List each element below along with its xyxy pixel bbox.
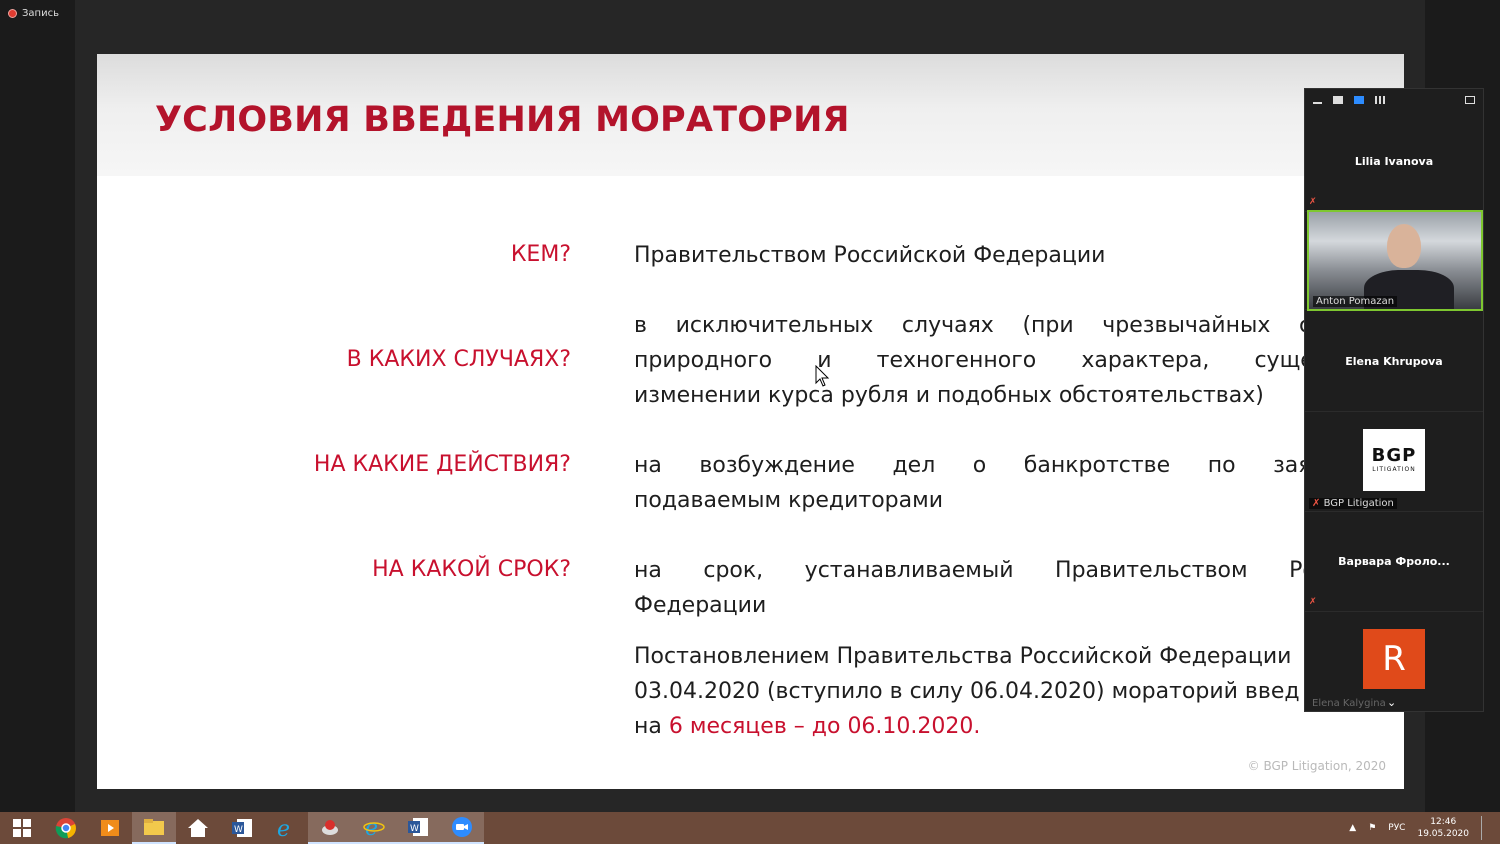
zoom-app-icon[interactable]: [440, 812, 484, 844]
windows-taskbar: W e e W ▲ ⚑ РУС 12:46 19.05.2020: [0, 812, 1500, 844]
participant-name: Anton Pomazan: [1313, 296, 1398, 307]
answer-line: на возбуждение дел о банкротстве по заяв…: [634, 453, 1394, 478]
participant-video: Anton Pomazan: [1307, 210, 1483, 311]
participant-name: ✗ BGP Litigation: [1309, 498, 1397, 509]
left-black-margin: [0, 0, 75, 812]
participant-name: Lilia Ivanova: [1354, 155, 1434, 168]
language-indicator[interactable]: РУС: [1388, 823, 1405, 833]
word-icon[interactable]: W: [220, 812, 264, 844]
system-tray: ▲ ⚑ РУС 12:46 19.05.2020: [1349, 812, 1488, 844]
participant-name: Elena Kalygina: [1312, 698, 1386, 709]
participant-tile[interactable]: Варвара Фроло... ✗: [1305, 511, 1483, 612]
chevron-down-icon[interactable]: ⌄: [1387, 696, 1396, 709]
decree-line-1: Постановлением Правительства Российской …: [634, 644, 1292, 669]
participant-tile[interactable]: Elena Khrupova: [1305, 311, 1483, 412]
answer-cases: в исключительных случаях (при чрезвычайн…: [634, 308, 1394, 413]
word-2-icon[interactable]: W: [396, 812, 440, 844]
question-cases: В КАКИХ СЛУЧАЯХ?: [346, 347, 571, 372]
participant-name: Варвара Фроло...: [1338, 555, 1450, 568]
muted-mic-icon: ✗: [1309, 197, 1317, 207]
answer-line: Федерации: [634, 593, 767, 618]
speaker-silhouette-head: [1387, 224, 1421, 268]
participant-tile[interactable]: BGP LITIGATION ✗ BGP Litigation: [1305, 411, 1483, 512]
svg-text:e: e: [365, 816, 378, 838]
internet-explorer-active-icon[interactable]: e: [352, 812, 396, 844]
bgp-logo: BGP LITIGATION: [1363, 429, 1425, 491]
notifications-icon[interactable]: [1481, 816, 1488, 840]
question-who: КЕМ?: [510, 242, 571, 267]
flag-icon[interactable]: ⚑: [1368, 823, 1376, 833]
zoom-panel-toolbar: [1305, 89, 1483, 111]
decree-text: Постановлением Правительства Российской …: [634, 639, 1394, 744]
clock-date: 19.05.2020: [1417, 829, 1469, 839]
answer-line: Правительством Российской Федерации: [634, 243, 1106, 268]
svg-text:e: e: [277, 817, 290, 839]
strip-view-icon[interactable]: [1354, 96, 1364, 104]
answer-actions: на возбуждение дел о банкротстве по заяв…: [634, 448, 1394, 518]
home-icon[interactable]: [176, 812, 220, 844]
file-explorer-icon[interactable]: [132, 812, 176, 844]
minimize-icon[interactable]: [1313, 102, 1322, 104]
recording-indicator[interactable]: Запись: [8, 8, 59, 19]
participant-tile-active[interactable]: Anton Pomazan: [1305, 209, 1483, 311]
single-view-icon[interactable]: [1333, 96, 1343, 104]
mouse-cursor-icon: [815, 365, 830, 387]
clock[interactable]: 12:46 19.05.2020: [1417, 816, 1469, 840]
windows-start-icon[interactable]: [0, 812, 44, 844]
chrome-icon[interactable]: [44, 812, 88, 844]
decree-prefix: на: [634, 714, 669, 739]
question-actions: НА КАКИЕ ДЕЙСТВИЯ?: [313, 452, 571, 477]
svg-text:W: W: [234, 825, 243, 835]
muted-mic-icon: ✗: [1309, 597, 1317, 607]
tray-up-arrow-icon[interactable]: ▲: [1349, 823, 1356, 833]
slide-copyright: © BGP Litigation, 2020: [1247, 759, 1386, 773]
decree-line-3: на 6 месяцев – до 06.10.2020.: [634, 709, 1394, 744]
answer-line: природного и техногенного характера, сущ…: [634, 348, 1394, 373]
media-player-icon[interactable]: [88, 812, 132, 844]
svg-text:W: W: [410, 824, 419, 834]
answer-line: в исключительных случаях (при чрезвычайн…: [634, 313, 1394, 338]
decree-line-2: 03.04.2020 (вступило в силу 06.04.2020) …: [634, 679, 1300, 704]
red-app-icon[interactable]: [308, 812, 352, 844]
zoom-participants-panel: Lilia Ivanova ✗ Anton Pomazan Elena Khru…: [1304, 88, 1484, 712]
record-icon: [8, 9, 17, 18]
slide-title: УСЛОВИЯ ВВЕДЕНИЯ МОРАТОРИЯ: [155, 100, 850, 140]
answer-line: на срок, устанавливаемый Правительством …: [634, 558, 1394, 583]
exit-minimized-icon[interactable]: [1465, 96, 1475, 104]
internet-explorer-icon[interactable]: e: [264, 812, 308, 844]
clock-time: 12:46: [1430, 817, 1457, 827]
presentation-slide: УСЛОВИЯ ВВЕДЕНИЯ МОРАТОРИЯ КЕМ? Правител…: [97, 54, 1404, 789]
decree-highlight: 6 месяцев – до 06.10.2020.: [668, 714, 981, 739]
answer-line: изменении курса рубля и подобных обстоят…: [634, 383, 1264, 408]
question-term: НА КАКОЙ СРОК?: [372, 557, 571, 582]
avatar: R: [1363, 629, 1425, 689]
participant-name: Elena Khrupova: [1345, 355, 1443, 368]
answer-who: Правительством Российской Федерации: [634, 238, 1394, 273]
recording-label: Запись: [22, 8, 59, 19]
gallery-view-icon[interactable]: [1375, 96, 1385, 104]
participant-tile[interactable]: Lilia Ivanova ✗: [1305, 111, 1483, 212]
answer-line: подаваемым кредиторами: [634, 488, 943, 513]
participant-tile[interactable]: R Elena Kalygina ⌄: [1305, 611, 1483, 711]
answer-term: на срок, устанавливаемый Правительством …: [634, 553, 1394, 623]
